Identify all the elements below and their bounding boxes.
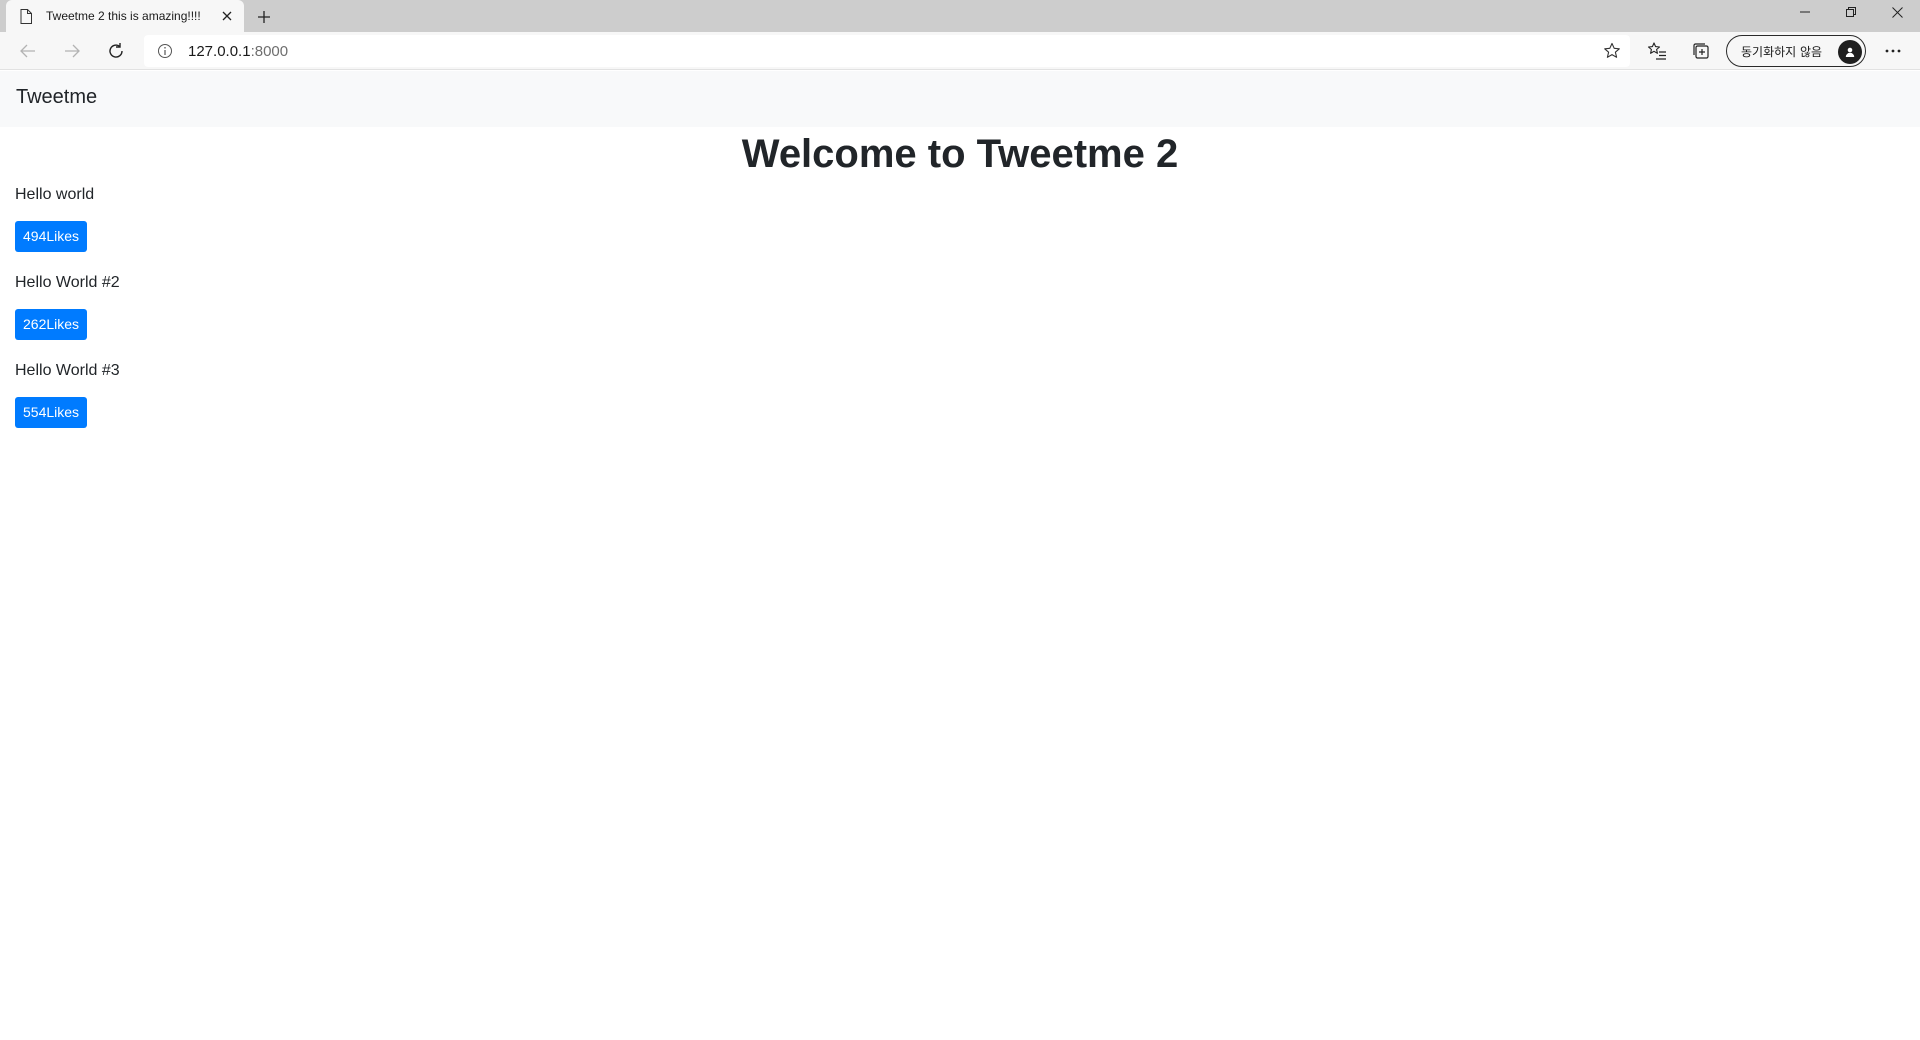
site-navbar: Tweetme [0, 71, 1920, 127]
browser-toolbar: 127.0.0.1:8000 동기화하지 않음 [0, 32, 1920, 70]
window-close-icon [1891, 6, 1903, 18]
address-bar[interactable]: 127.0.0.1:8000 [144, 35, 1630, 67]
like-button[interactable]: 262Likes [15, 309, 88, 340]
favorites-icon [1647, 42, 1666, 60]
back-button[interactable] [12, 35, 44, 67]
minimize-button[interactable] [1782, 0, 1828, 24]
refresh-button[interactable] [100, 35, 132, 67]
tweet-list: Hello world 494Likes Hello World #2 262L… [15, 183, 615, 447]
tweet-content: Hello world [15, 186, 95, 203]
window-close-button[interactable] [1874, 0, 1920, 24]
info-icon[interactable] [156, 42, 174, 60]
page-title: Welcome to Tweetme 2 [741, 132, 1179, 176]
arrow-left-icon [20, 44, 35, 58]
page-icon [18, 8, 34, 24]
tweet-content: Hello World #3 [15, 362, 120, 379]
refresh-icon [109, 43, 123, 58]
restore-icon [1846, 7, 1856, 17]
tab-title: Tweetme 2 this is amazing!!!! [46, 9, 201, 23]
more-icon [1885, 49, 1901, 53]
tab-strip: Tweetme 2 this is amazing!!!! [0, 0, 1920, 32]
profile-avatar-icon [1838, 40, 1862, 64]
url-port: :8000 [250, 42, 289, 60]
like-button[interactable]: 554Likes [15, 397, 88, 428]
plus-icon [258, 11, 270, 23]
tweet-item: Hello world 494Likes [15, 183, 615, 252]
sync-label: 동기화하지 않음 [1741, 44, 1823, 59]
collections-icon [1693, 43, 1709, 59]
more-button[interactable] [1880, 38, 1906, 64]
favorites-button[interactable] [1644, 38, 1670, 64]
tweet-item: Hello World #3 554Likes [15, 359, 615, 428]
browser-tab[interactable]: Tweetme 2 this is amazing!!!! [6, 0, 244, 32]
sync-profile-button[interactable]: 동기화하지 않음 [1726, 35, 1866, 67]
collections-button[interactable] [1688, 38, 1714, 64]
tweet-content: Hello World #2 [15, 274, 120, 291]
tweet-item: Hello World #2 262Likes [15, 271, 615, 340]
navbar-brand[interactable]: Tweetme [16, 86, 97, 109]
url-text[interactable]: 127.0.0.1:8000 [188, 43, 288, 60]
like-button[interactable]: 494Likes [15, 221, 88, 252]
arrow-right-icon [65, 44, 80, 58]
new-tab-button[interactable] [252, 5, 276, 29]
url-host: 127.0.0.1 [188, 42, 251, 60]
close-icon[interactable] [218, 7, 236, 25]
forward-button[interactable] [56, 35, 88, 67]
star-icon[interactable] [1602, 41, 1622, 61]
minimize-icon [1800, 11, 1810, 13]
restore-button[interactable] [1828, 0, 1874, 24]
